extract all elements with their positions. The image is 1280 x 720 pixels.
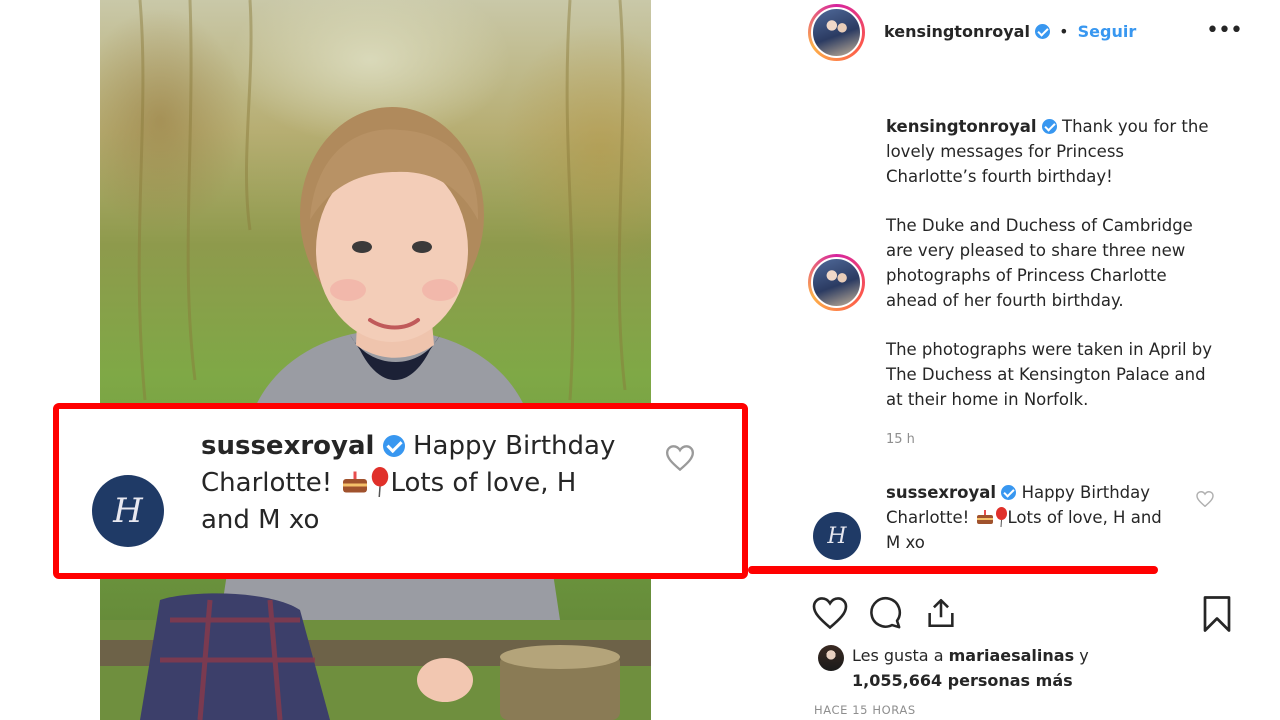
- comment-icon[interactable]: [867, 596, 903, 634]
- likes-summary: Les gusta a mariaesalinas y 1,055,664 pe…: [852, 643, 1089, 693]
- verified-badge-icon: [1001, 485, 1017, 500]
- post-header: kensingtonroyal • Seguir: [884, 21, 1136, 43]
- caption-paragraph-1: kensingtonroyal Thank you for the lovely…: [886, 115, 1216, 189]
- cake-emoji-icon: [341, 468, 369, 493]
- liker-avatar[interactable]: [818, 645, 844, 671]
- follow-button[interactable]: Seguir: [1078, 22, 1137, 41]
- share-icon[interactable]: [924, 596, 958, 634]
- balloon-emoji-icon: [370, 467, 390, 498]
- verified-badge-icon: [1041, 119, 1057, 134]
- more-options-icon[interactable]: •••: [1206, 18, 1243, 43]
- separator-dot: •: [1059, 22, 1069, 41]
- highlighted-heart-icon: [665, 445, 695, 475]
- caption-author-avatar[interactable]: [808, 254, 865, 311]
- liker-username[interactable]: mariaesalinas: [949, 646, 1075, 665]
- likes-count[interactable]: 1,055,664 personas más: [852, 671, 1073, 690]
- highlighted-comment: sussexroyal Happy Birthday Charlotte! Lo…: [201, 428, 621, 539]
- verified-badge-icon: [382, 435, 405, 457]
- bookmark-icon[interactable]: [1202, 596, 1232, 636]
- sussex-monogram-large: H: [113, 491, 143, 531]
- sussex-monogram: H: [827, 523, 847, 549]
- author-avatar[interactable]: [808, 4, 865, 61]
- sussex-avatar-large: H: [92, 475, 164, 547]
- post-caption: kensingtonroyal Thank you for the lovely…: [886, 115, 1216, 437]
- post-photo: [100, 0, 651, 720]
- likes-connector: y: [1079, 646, 1089, 665]
- comment-item: sussexroyal Happy Birthday Charlotte! Lo…: [886, 481, 1176, 555]
- highlight-connector-line: [748, 566, 1158, 574]
- caption-username[interactable]: kensingtonroyal: [886, 117, 1037, 136]
- caption-paragraph-2: The Duke and Duchess of Cambridge are ve…: [886, 216, 1193, 310]
- likes-prefix: Les gusta a: [852, 646, 944, 665]
- cake-emoji-icon: [976, 508, 994, 524]
- verified-badge-icon: [1035, 24, 1051, 39]
- heart-icon[interactable]: [812, 597, 848, 633]
- caption-paragraph-3: The photographs were taken in April by T…: [886, 340, 1213, 409]
- balloon-emoji-icon: [995, 506, 1008, 527]
- author-username[interactable]: kensingtonroyal: [884, 22, 1030, 41]
- post-time-ago[interactable]: HACE 15 HORAS: [814, 703, 916, 717]
- caption-timestamp[interactable]: 15 h: [886, 432, 915, 447]
- comment-like-heart-icon[interactable]: [1196, 490, 1214, 511]
- comment-username[interactable]: sussexroyal: [886, 483, 996, 502]
- photo-illustration: [100, 0, 651, 720]
- author-avatar-image: [811, 7, 862, 58]
- highlighted-comment-username: sussexroyal: [201, 431, 375, 461]
- caption-author-avatar-image: [811, 257, 862, 308]
- sussex-avatar[interactable]: H: [813, 512, 861, 560]
